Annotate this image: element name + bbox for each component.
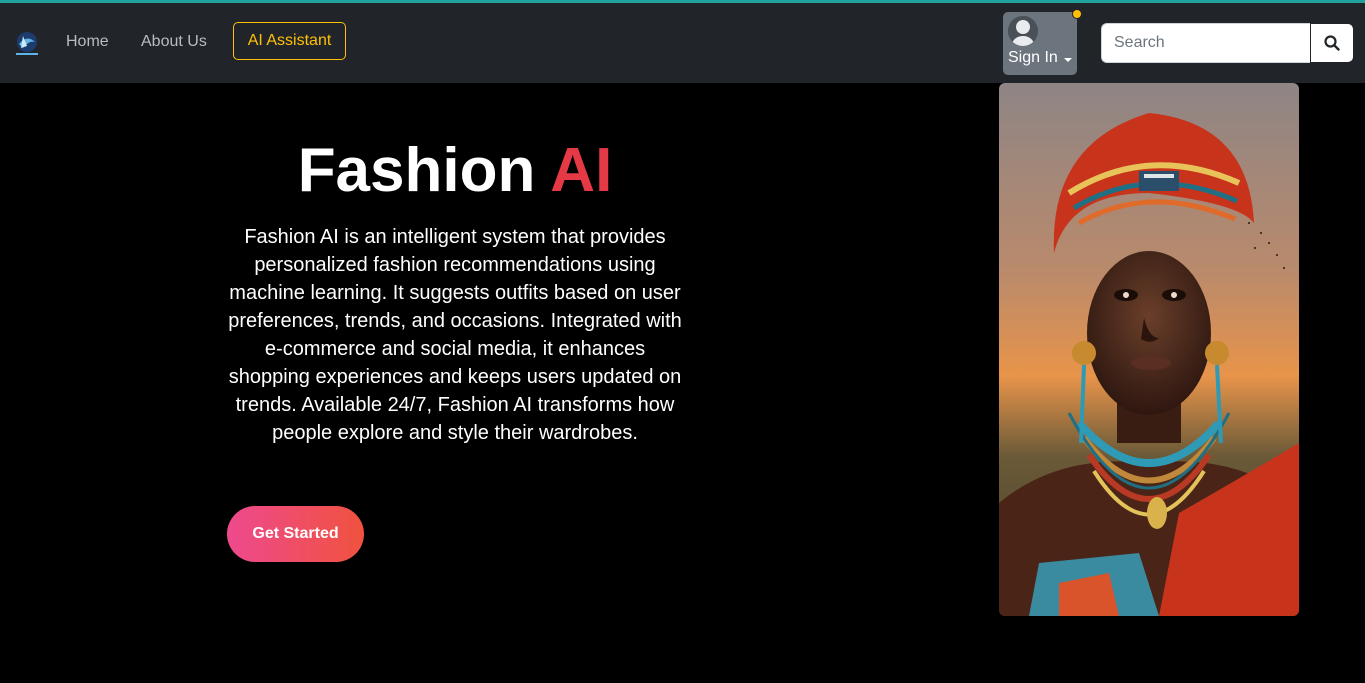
nav-link-ai-assistant[interactable]: AI Assistant xyxy=(233,22,346,60)
notification-dot xyxy=(1072,9,1082,19)
hero-description: Fashion AI is an intelligent system that… xyxy=(228,226,682,444)
sign-in-dropdown[interactable]: Sign In xyxy=(1003,12,1077,75)
hero-title: Fashion AI xyxy=(200,135,710,206)
hero-title-accent: AI xyxy=(550,136,613,205)
nav-link-home[interactable]: Home xyxy=(66,33,109,51)
get-started-button[interactable]: Get Started xyxy=(227,506,364,562)
navbar: Home About Us AI Assistant Sign In xyxy=(0,3,1365,83)
hero-title-main: Fashion xyxy=(297,136,551,205)
search-button[interactable] xyxy=(1310,23,1354,63)
brand-logo-icon[interactable] xyxy=(13,30,41,58)
sign-in-label: Sign In xyxy=(1008,49,1058,66)
search-icon xyxy=(1324,35,1340,51)
search-input[interactable] xyxy=(1101,23,1311,63)
nav-link-about-us[interactable]: About Us xyxy=(141,33,207,51)
chevron-down-icon xyxy=(1064,58,1072,62)
user-avatar-icon xyxy=(1008,16,1038,46)
hero-portrait-image xyxy=(999,83,1299,616)
